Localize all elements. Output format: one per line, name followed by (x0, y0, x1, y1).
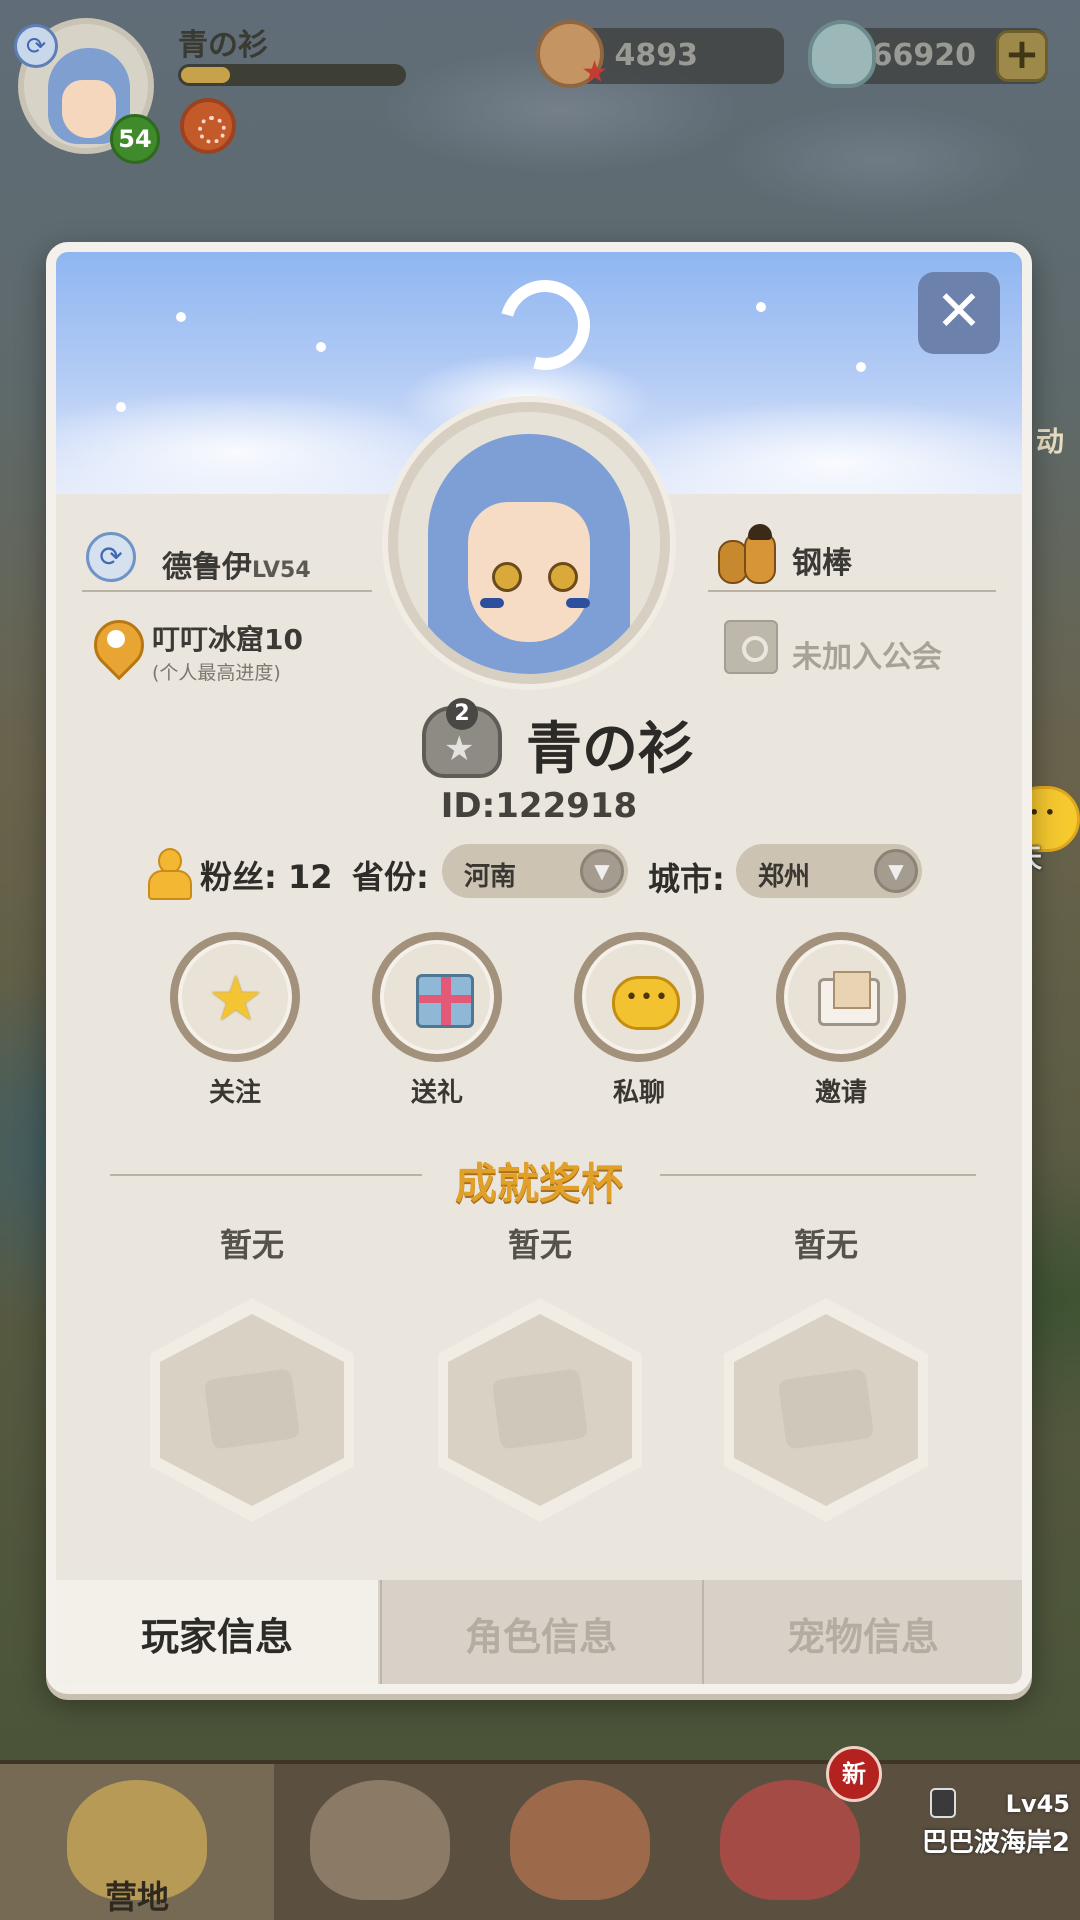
avatar-face (62, 80, 116, 138)
trophy-placeholder-icon (777, 1368, 875, 1450)
mail-icon (818, 971, 880, 1026)
player-portrait (388, 402, 670, 684)
chat-bubble-icon (612, 976, 680, 1030)
best-progress-note: (个人最高进度) (152, 662, 281, 684)
hud-player-name: 青の衫 (178, 28, 268, 63)
chat-circle (574, 932, 704, 1062)
trophy-empty-label: 暂无 (793, 1226, 858, 1264)
follow-button[interactable]: ★ 关注 (170, 932, 300, 1112)
caveman-hair (748, 524, 772, 540)
add-currency-button[interactable]: + (996, 30, 1048, 82)
follow-circle: ★ (170, 932, 300, 1062)
province-label: 省份: (352, 858, 429, 896)
guild-banner-icon (724, 620, 778, 674)
trophy-slot[interactable]: 暂无 (142, 1220, 362, 1522)
gem-currency-icon (808, 20, 876, 88)
hero-character-icon (310, 1780, 450, 1900)
class-row: ⟳ 德鲁伊LV54 (82, 522, 372, 592)
tab-pet-info[interactable]: 宠物信息 (702, 1580, 1022, 1684)
private-chat-button[interactable]: 私聊 (574, 932, 704, 1112)
nav-totem[interactable] (480, 1764, 680, 1920)
weapon-row: 钢棒 (708, 520, 996, 592)
class-level: LV54 (252, 558, 311, 583)
invite-button[interactable]: 邀请 (776, 932, 906, 1112)
rank-badge: 2 ★ (422, 698, 502, 778)
class-name-text: 德鲁伊 (162, 550, 252, 585)
rank-number: 2 (446, 698, 478, 730)
snow-dot (116, 402, 126, 412)
send-gift-button[interactable]: 送礼 (372, 932, 502, 1112)
guild-name: 未加入公会 (792, 640, 942, 675)
side-event-label[interactable]: 动 (1036, 420, 1064, 460)
trophy-slot[interactable]: 暂无 (716, 1220, 936, 1522)
totem-character-icon (510, 1780, 650, 1900)
class-name: 德鲁伊LV54 (162, 542, 311, 586)
province-value: 河南 (464, 862, 517, 892)
trophy-section-title: 成就奖杯 (454, 1159, 623, 1208)
portrait-eye (492, 562, 522, 592)
hud-exp-bar (178, 64, 406, 86)
shell-currency-icon (536, 20, 608, 90)
nav-camp[interactable]: 营地 (0, 1764, 274, 1920)
snow-dot (316, 342, 326, 352)
hud-class-icon: ⟳ (14, 24, 58, 68)
guild-row: 未加入公会 (708, 614, 1008, 688)
best-progress: 叮叮冰窟10 (152, 623, 303, 656)
trophy-placeholder-icon (491, 1368, 589, 1450)
player-name: 青の衫 (526, 717, 694, 782)
fans-count: 粉丝: 12 (200, 858, 333, 896)
snow-dot (176, 312, 186, 322)
gift-label: 送礼 (410, 1078, 463, 1108)
hud-level-badge: 54 (110, 114, 160, 164)
city-select[interactable]: 郑州 ▼ (736, 844, 922, 898)
trophy-slot[interactable]: 暂无 (430, 1220, 650, 1522)
location-pin-icon (94, 620, 138, 676)
fans-person-icon (148, 848, 192, 900)
nav-camp-label: 营地 (104, 1878, 169, 1916)
locked-stage-name: 巴巴波海岸2 (921, 1828, 1070, 1858)
close-button[interactable]: ✕ (918, 272, 1000, 354)
invite-circle (776, 932, 906, 1062)
locked-stage[interactable]: Lv45 巴巴波海岸2 (900, 1790, 1070, 1859)
hud-exp-fill (181, 67, 230, 83)
dialog-tab-bar: 玩家信息 角色信息 宠物信息 (56, 1580, 1022, 1684)
snow-dot (856, 362, 866, 372)
portrait-face-paint (566, 598, 590, 608)
progress-row: 叮叮冰窟10 (个人最高进度) (82, 614, 382, 694)
chevron-down-icon: ▼ (580, 849, 624, 893)
private-chat-label: 私聊 (612, 1078, 665, 1108)
tab-character-info[interactable]: 角色信息 (380, 1580, 700, 1684)
weapon-name: 钢棒 (792, 546, 852, 581)
moon-emblem-icon (483, 263, 607, 387)
portrait-eye (548, 562, 578, 592)
city-value: 郑州 (758, 862, 811, 892)
follow-label: 关注 (208, 1078, 261, 1108)
gift-circle (372, 932, 502, 1062)
tab-player-info[interactable]: 玩家信息 (56, 1580, 378, 1684)
new-badge: 新 (826, 1746, 882, 1802)
province-select[interactable]: 河南 ▼ (442, 844, 628, 898)
chevron-down-icon: ▼ (874, 849, 918, 893)
trophy-empty-label: 暂无 (507, 1226, 572, 1264)
locked-stage-level: Lv45 (1005, 1790, 1070, 1818)
city-label: 城市: (648, 860, 725, 898)
hud-buff-icon[interactable] (180, 98, 236, 154)
player-id: ID:122918 (440, 786, 638, 826)
nav-hero[interactable] (290, 1764, 470, 1920)
trophy-placeholder-icon (203, 1368, 301, 1450)
player-info-dialog: ✕ ⟳ 德鲁伊LV54 叮叮冰窟10 (个人最高进度) 钢棒 未加入公会 2 ★… (46, 242, 1032, 1694)
druid-class-icon: ⟳ (86, 532, 136, 582)
invite-label: 邀请 (814, 1078, 867, 1108)
rank-star-icon: ★ (444, 729, 475, 769)
star-icon: ★ (208, 962, 264, 1035)
snow-dot (756, 302, 766, 312)
caveman-pair-icon (718, 524, 778, 588)
trophy-empty-label: 暂无 (219, 1226, 284, 1264)
portrait-face-paint (480, 598, 504, 608)
gift-icon (416, 974, 474, 1028)
